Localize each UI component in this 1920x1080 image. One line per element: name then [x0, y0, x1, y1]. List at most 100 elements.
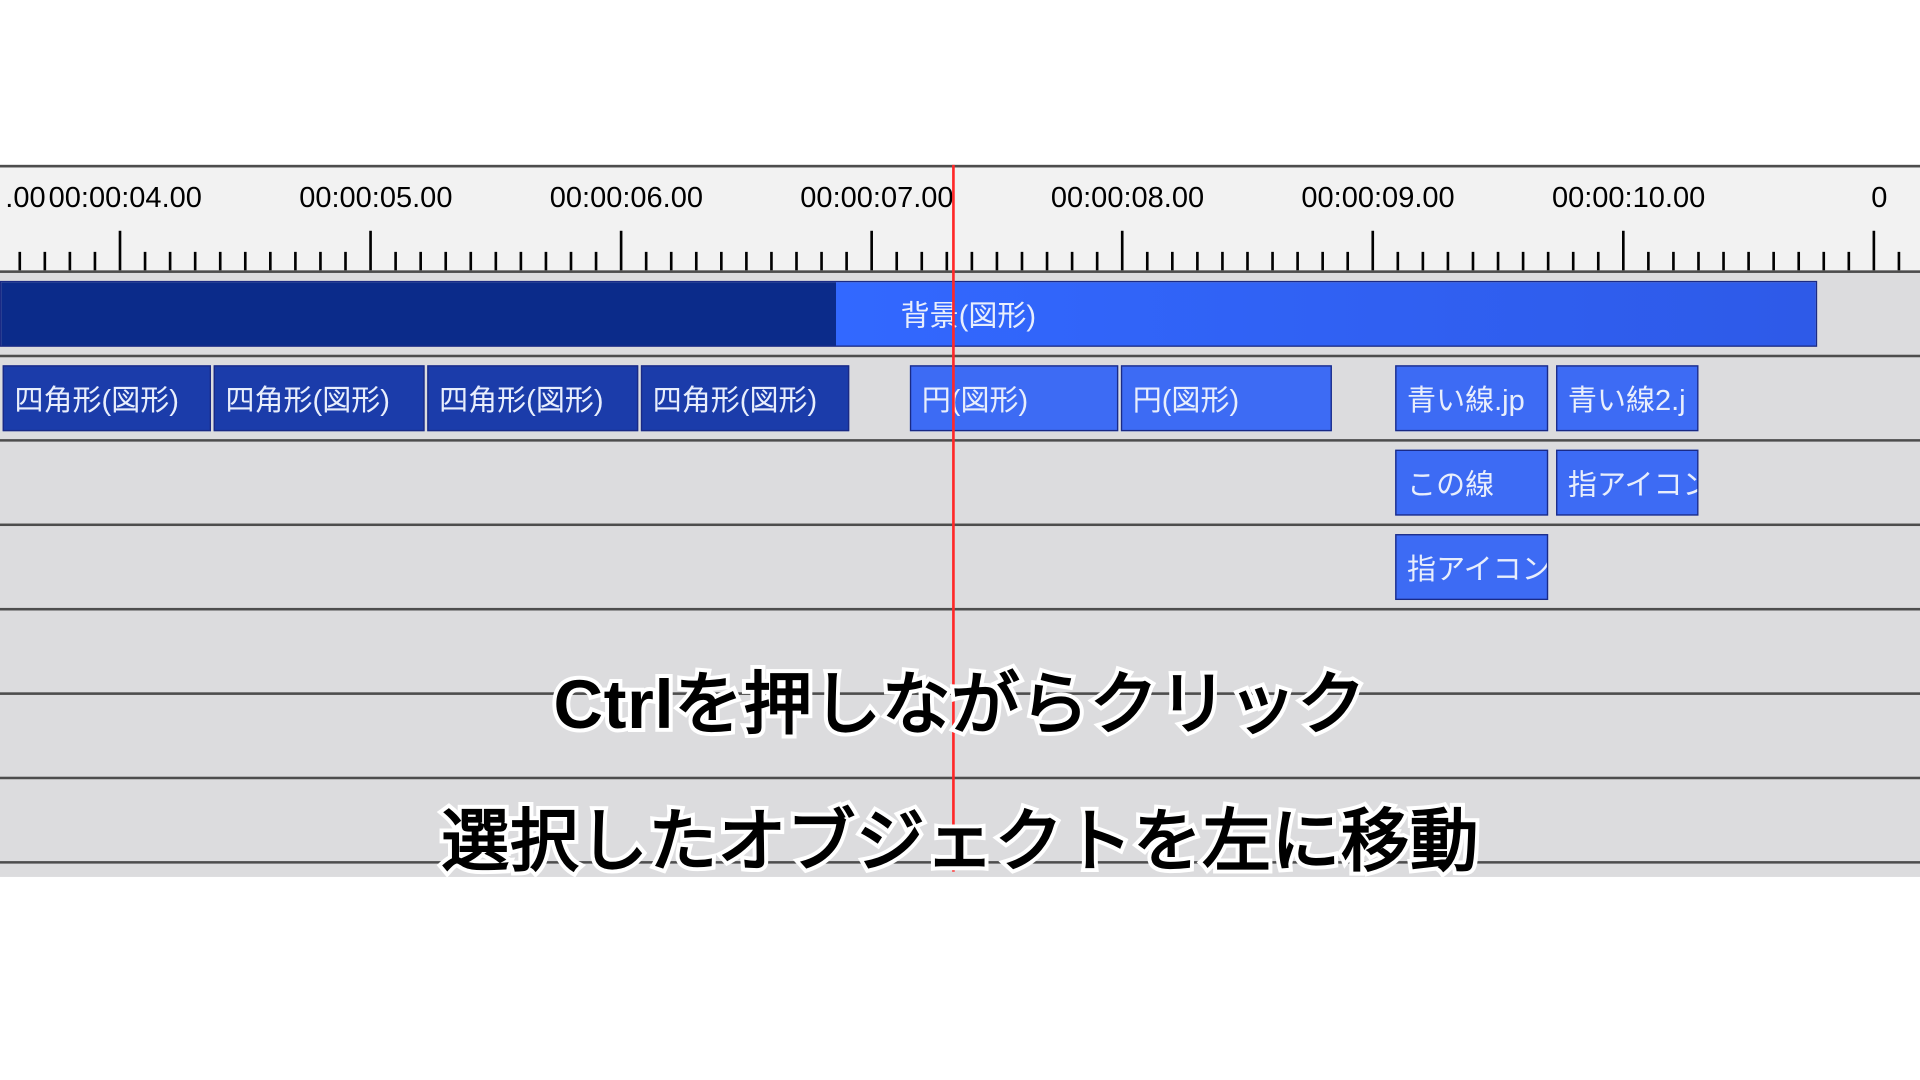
ruler-tick-minor [244, 252, 247, 270]
ruler-tick-minor [1497, 252, 1500, 270]
ruler-tick-minor [18, 252, 21, 270]
ruler-tick-minor [1472, 252, 1475, 270]
ruler-tick-major [620, 231, 623, 271]
ruler-tick-minor [845, 252, 848, 270]
ruler-tick-minor [770, 252, 773, 270]
ruler-tick-minor [595, 252, 598, 270]
ruler-tick-minor [1246, 252, 1249, 270]
ruler-tick-minor [194, 252, 197, 270]
ruler-tick-minor [344, 252, 347, 270]
timeline-clip[interactable]: 指アイコン [1395, 534, 1548, 600]
ruler-tick-minor [1447, 252, 1450, 270]
top-whitespace [0, 0, 1920, 165]
ruler-tick-minor [996, 252, 999, 270]
timeline-clip[interactable]: 青い線.jp [1395, 365, 1548, 431]
timeline-clip[interactable]: 円(図形) [1121, 365, 1332, 431]
timeline-clip[interactable]: 四角形(図形) [427, 365, 638, 431]
playhead[interactable] [952, 165, 955, 872]
ruler-tick-minor [720, 252, 723, 270]
timeline-clip[interactable]: 背景(図形) [0, 281, 1817, 347]
timeline-clip[interactable]: 青い線2.j [1556, 365, 1698, 431]
ruler-tick-minor [495, 252, 498, 270]
ruler-tick-minor [1422, 252, 1425, 270]
timeline-track[interactable]: 背景(図形) [0, 273, 1920, 357]
ruler-tick-minor [1722, 252, 1725, 270]
timeline-track[interactable] [0, 779, 1920, 863]
ruler-tick-minor [820, 252, 823, 270]
ruler-tick-minor [570, 252, 573, 270]
ruler-tick-minor [1071, 252, 1074, 270]
timeline-ruler[interactable]: .0000:00:04.0000:00:05.0000:00:06.0000:0… [0, 165, 1920, 270]
ruler-tick-minor [469, 252, 472, 270]
ruler-tick-minor [319, 252, 322, 270]
ruler-label: 00:00:09.00 [1301, 181, 1454, 215]
clip-label: 背景(図形) [901, 293, 1036, 335]
ruler-tick-minor [1046, 252, 1049, 270]
ruler-tick-major [1371, 231, 1374, 271]
ruler-tick-minor [1572, 252, 1575, 270]
ruler-tick-minor [695, 252, 698, 270]
bottom-whitespace [0, 935, 1920, 1080]
ruler-label: 00:00:08.00 [1051, 181, 1204, 215]
ruler-tick-major [1622, 231, 1625, 271]
ruler-tick-minor [169, 252, 172, 270]
ruler-tick-minor [920, 252, 923, 270]
ruler-tick-minor [670, 252, 673, 270]
ruler-tick-minor [1321, 252, 1324, 270]
ruler-tick-minor [444, 252, 447, 270]
timeline-clip[interactable]: 四角形(図形) [641, 365, 849, 431]
ruler-tick-minor [394, 252, 397, 270]
ruler-tick-minor [1271, 252, 1274, 270]
ruler-tick-minor [219, 252, 222, 270]
ruler-tick-minor [1597, 252, 1600, 270]
ruler-tick-minor [1171, 252, 1174, 270]
ruler-label: 00:00:07.00 [800, 181, 953, 215]
timeline-track[interactable]: 指アイコン [0, 526, 1920, 610]
ruler-tick-minor [1397, 252, 1400, 270]
timeline-clip[interactable]: この線 [1395, 450, 1548, 516]
ruler-tick-minor [1672, 252, 1675, 270]
ruler-tick-minor [144, 252, 147, 270]
ruler-tick-major [1873, 231, 1876, 271]
ruler-label: 00:00:05.00 [299, 181, 452, 215]
ruler-tick-minor [1547, 252, 1550, 270]
timeline-track[interactable]: この線指アイコン [0, 442, 1920, 526]
timeline-clip[interactable]: 四角形(図形) [214, 365, 425, 431]
timeline-track[interactable] [0, 611, 1920, 695]
ruler-tick-minor [745, 252, 748, 270]
ruler-tick-minor [1898, 252, 1901, 270]
ruler-tick-minor [1697, 252, 1700, 270]
timeline-clip[interactable]: 円(図形) [910, 365, 1118, 431]
ruler-tick-minor [895, 252, 898, 270]
ruler-tick-minor [1146, 252, 1149, 270]
ruler-tick-minor [94, 252, 97, 270]
ruler-label: 0 [1871, 181, 1887, 215]
ruler-label: .00 [5, 181, 45, 215]
ruler-tick-minor [1822, 252, 1825, 270]
ruler-tick-minor [1296, 252, 1299, 270]
ruler-tick-minor [971, 252, 974, 270]
ruler-tick-minor [1772, 252, 1775, 270]
timeline-clip[interactable]: 四角形(図形) [3, 365, 211, 431]
ruler-tick-minor [520, 252, 523, 270]
timeline-track[interactable] [0, 695, 1920, 779]
ruler-tick-minor [1096, 252, 1099, 270]
ruler-tick-major [1121, 231, 1124, 271]
ruler-tick-minor [1797, 252, 1800, 270]
ruler-tick-minor [1847, 252, 1850, 270]
ruler-tick-minor [1196, 252, 1199, 270]
ruler-tick-major [119, 231, 122, 271]
timeline-clip[interactable]: 指アイコン [1556, 450, 1698, 516]
ruler-label: 00:00:06.00 [550, 181, 703, 215]
ruler-tick-minor [1021, 252, 1024, 270]
ruler-tick-minor [69, 252, 72, 270]
ruler-tick-minor [1221, 252, 1224, 270]
timeline-track[interactable]: 四角形(図形)四角形(図形)四角形(図形)四角形(図形)円(図形)円(図形)青い… [0, 357, 1920, 441]
ruler-tick-major [369, 231, 372, 271]
ruler-tick-minor [1346, 252, 1349, 270]
ruler-tick-minor [294, 252, 297, 270]
ruler-tick-minor [946, 252, 949, 270]
ruler-tick-minor [419, 252, 422, 270]
ruler-tick-minor [269, 252, 272, 270]
ruler-tick-minor [44, 252, 47, 270]
